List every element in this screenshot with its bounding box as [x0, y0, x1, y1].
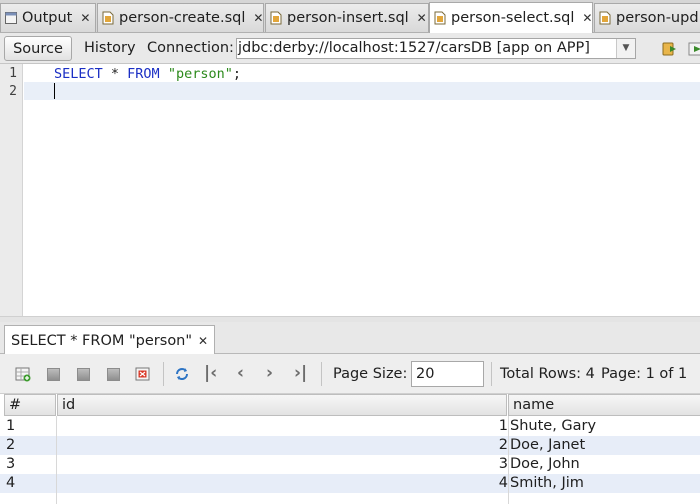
next-page-icon[interactable]: › [266, 363, 273, 383]
tab-person-update[interactable]: person-upd [594, 3, 700, 32]
sql-keyword: SELECT [54, 66, 103, 82]
sql-keyword: FROM [127, 66, 160, 82]
current-line-highlight [24, 82, 700, 100]
results-toolbar: |‹ ‹ › ›| Page Size: 20 Total Rows: 4 Pa… [0, 354, 700, 394]
tab-person-insert[interactable]: person-insert.sql ✕ [265, 3, 429, 32]
connection-label: Connection: [147, 40, 234, 56]
sql-operator: * [102, 66, 128, 82]
column-divider [56, 416, 57, 504]
close-icon[interactable]: ✕ [582, 11, 592, 25]
tab-label: person-create.sql [119, 10, 246, 26]
cell-id[interactable]: 1 [58, 417, 508, 436]
editor-tab-bar: Output ✕ person-create.sql ✕ person-inse… [0, 0, 700, 33]
results-table[interactable]: # id name 1 1 Shute, Gary 2 2 Doe, Janet… [0, 394, 700, 504]
code-line-1: SELECT * FROM "person"; [54, 66, 241, 82]
column-divider [508, 416, 509, 504]
column-header-id[interactable]: id [57, 394, 507, 416]
line-number-gutter: 1 2 [0, 64, 23, 316]
table-row[interactable]: 4 4 Smith, Jim [0, 474, 700, 493]
tab-output[interactable]: Output ✕ [0, 3, 96, 32]
tab-label: person-upd [616, 10, 699, 26]
column-header-name[interactable]: name [508, 394, 700, 416]
sql-editor[interactable]: 1 2 SELECT * FROM "person"; [0, 64, 700, 316]
editor-toolbar: Source History Connection: jdbc:derby://… [0, 33, 700, 64]
sql-file-icon [270, 11, 282, 25]
cell-id[interactable]: 4 [58, 474, 508, 493]
results-tab-bar: SELECT * FROM "person" ✕ [0, 322, 700, 355]
chevron-down-icon[interactable]: ▼ [616, 39, 635, 58]
output-window-icon [5, 12, 17, 24]
tab-person-select[interactable]: person-select.sql ✕ [429, 2, 593, 33]
commit-records-icon[interactable] [75, 366, 91, 382]
line-number: 2 [9, 84, 17, 99]
first-page-icon[interactable]: |‹ [204, 363, 217, 383]
cell-name[interactable]: Shute, Gary [510, 417, 596, 436]
cell-id[interactable]: 2 [58, 436, 508, 455]
tab-person-create[interactable]: person-create.sql ✕ [97, 3, 264, 32]
cell-id[interactable]: 3 [58, 455, 508, 474]
delete-records-icon[interactable] [45, 366, 61, 382]
sql-file-icon [599, 11, 611, 25]
sql-file-icon [102, 11, 114, 25]
tab-label: person-select.sql [451, 10, 575, 26]
tab-label: Output [22, 10, 73, 26]
source-button[interactable]: Source [4, 36, 72, 61]
table-row[interactable]: 3 3 Doe, John [0, 455, 700, 474]
text-caret [54, 83, 55, 99]
row-number: 4 [6, 475, 16, 491]
close-icon[interactable]: ✕ [80, 11, 90, 25]
previous-page-icon[interactable]: ‹ [237, 363, 244, 383]
truncate-table-icon[interactable] [135, 366, 151, 382]
toolbar-separator [163, 362, 164, 386]
run-selection-icon[interactable] [688, 41, 700, 57]
page-size-label: Page Size: [333, 366, 408, 382]
row-number: 1 [6, 418, 16, 434]
close-icon[interactable]: ✕ [417, 11, 427, 25]
run-sql-icon[interactable] [662, 41, 678, 57]
column-header-rownum[interactable]: # [4, 394, 56, 416]
row-number: 2 [6, 437, 16, 453]
page-indicator: Page: 1 of 1 [601, 366, 688, 382]
toolbar-separator [321, 362, 322, 386]
tab-query-result[interactable]: SELECT * FROM "person" ✕ [4, 325, 216, 355]
last-page-icon[interactable]: ›| [294, 363, 307, 383]
history-button[interactable]: History [84, 40, 136, 56]
table-row[interactable]: 1 1 Shute, Gary [0, 417, 700, 436]
sql-terminator: ; [232, 66, 241, 82]
connection-select[interactable]: jdbc:derby://localhost:1527/carsDB [app … [236, 38, 636, 59]
result-tab-label: SELECT * FROM "person" [11, 332, 193, 349]
close-icon[interactable]: ✕ [253, 11, 263, 25]
row-number: 3 [6, 456, 16, 472]
toolbar-separator [491, 362, 492, 386]
sql-string: "person" [167, 66, 233, 82]
cell-name[interactable]: Smith, Jim [510, 474, 584, 493]
insert-record-icon[interactable] [15, 366, 31, 382]
cancel-edits-icon[interactable] [105, 366, 121, 382]
tab-label: person-insert.sql [287, 10, 409, 26]
page-size-input[interactable]: 20 [411, 361, 484, 387]
line-number: 1 [9, 66, 17, 81]
table-row[interactable]: 2 2 Doe, Janet [0, 436, 700, 455]
cell-name[interactable]: Doe, Janet [510, 436, 585, 455]
cell-name[interactable]: Doe, John [510, 455, 580, 474]
connection-value: jdbc:derby://localhost:1527/carsDB [app … [238, 40, 590, 56]
refresh-icon[interactable] [174, 366, 190, 382]
close-icon[interactable]: ✕ [198, 334, 208, 348]
total-rows-text: Total Rows: 4 [500, 366, 595, 382]
sql-file-icon [434, 11, 446, 25]
